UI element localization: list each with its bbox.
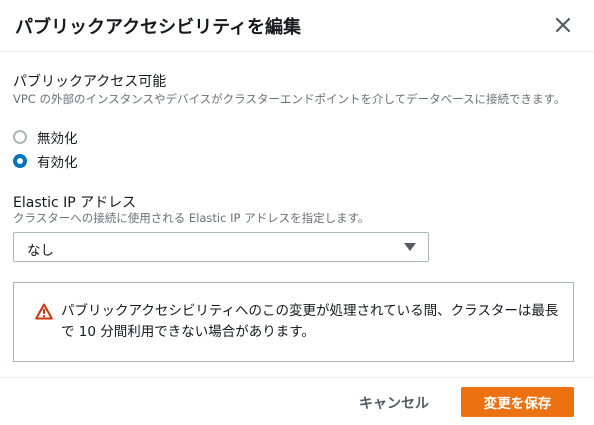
warning-alert: パブリックアクセシビリティへのこの変更が処理されている間、クラスターは最長で 1… (13, 282, 574, 362)
elastic-ip-description: クラスターへの接続に使用される Elastic IP アドレスを指定します。 (13, 211, 370, 225)
modal-title: パブリックアクセシビリティを編集 (15, 17, 302, 38)
radio-disable-control[interactable] (13, 130, 27, 144)
elastic-ip-select-value: なし (27, 243, 54, 259)
elastic-ip-select[interactable]: なし (13, 232, 429, 262)
public-access-description: VPC の外部のインスタンスやデバイスがクラスターエンドポイントを介してデータベ… (13, 92, 566, 106)
warning-icon (35, 303, 53, 320)
radio-disable-label: 無効化 (37, 131, 78, 147)
public-access-label: パブリックアクセス可能 (13, 74, 167, 90)
radio-enable-label: 有効化 (37, 155, 78, 171)
radio-enable-control[interactable] (13, 154, 27, 168)
close-button[interactable] (552, 14, 574, 36)
radio-disable[interactable]: 無効化 (13, 128, 78, 147)
cancel-button[interactable]: キャンセル (348, 388, 440, 418)
caret-down-icon (404, 243, 416, 251)
save-changes-button[interactable]: 変更を保存 (461, 387, 574, 417)
footer-divider (0, 377, 594, 378)
radio-enable[interactable]: 有効化 (13, 152, 78, 171)
modal-header: パブリックアクセシビリティを編集 (0, 0, 594, 52)
elastic-ip-label: Elastic IP アドレス (13, 195, 137, 211)
edit-public-accessibility-modal: パブリックアクセシビリティを編集 パブリックアクセス可能 VPC の外部のインス… (0, 0, 594, 425)
close-icon (555, 17, 571, 33)
warning-alert-text: パブリックアクセシビリティへのこの変更が処理されている間、クラスターは最長で 1… (61, 303, 559, 340)
